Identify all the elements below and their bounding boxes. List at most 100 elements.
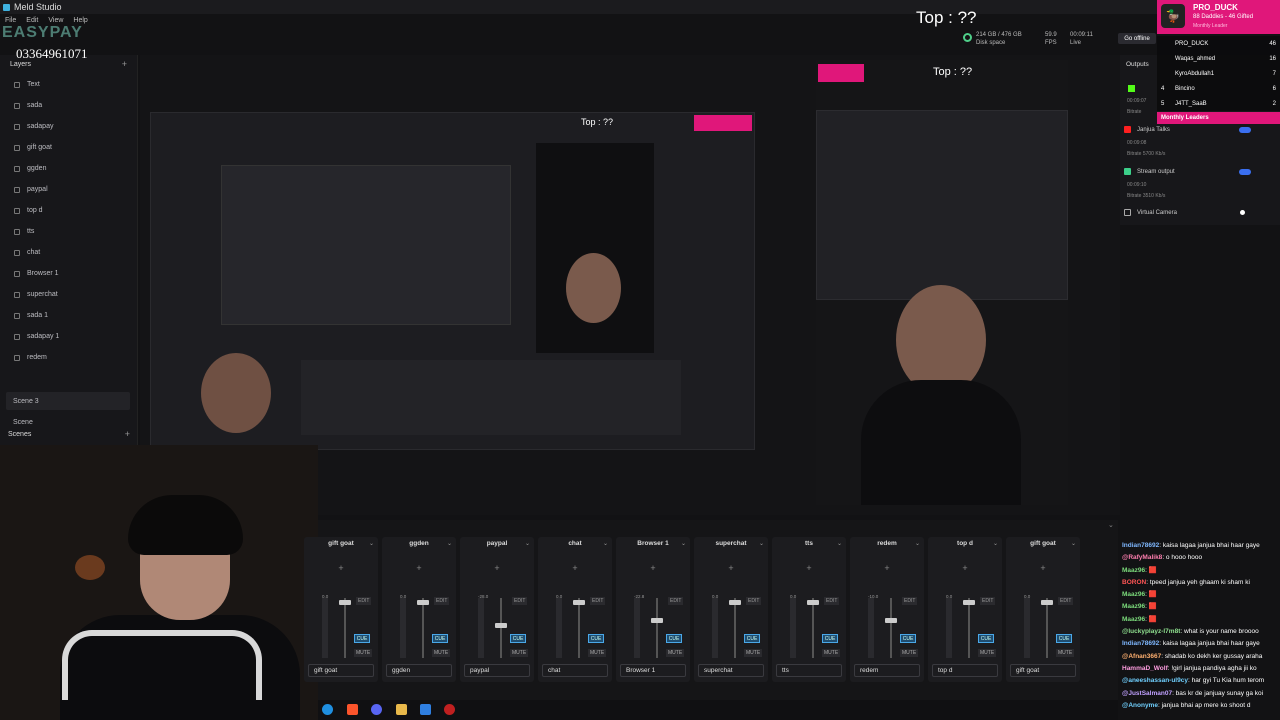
meld-icon[interactable] xyxy=(420,704,431,715)
mute-button[interactable]: MUTE xyxy=(744,649,763,657)
layer-item[interactable]: superchat xyxy=(0,284,137,305)
channel-name-field[interactable]: gift goat xyxy=(1010,664,1076,677)
channel-name-field[interactable]: gift goat xyxy=(308,664,374,677)
mute-button[interactable]: MUTE xyxy=(822,649,841,657)
menu-edit[interactable]: Edit xyxy=(26,17,38,24)
chevron-down-icon[interactable]: ⌄ xyxy=(993,540,998,547)
discord-icon[interactable] xyxy=(371,704,382,715)
fader-handle[interactable] xyxy=(885,618,897,623)
cue-button[interactable]: CUE xyxy=(510,634,526,643)
chevron-down-icon[interactable]: ⌄ xyxy=(525,540,530,547)
channel-name-field[interactable]: superchat xyxy=(698,664,764,677)
add-filter-button[interactable]: + xyxy=(382,563,456,573)
layer-item[interactable]: Browser 1 xyxy=(0,263,137,284)
layer-item[interactable]: sadapay 1 xyxy=(0,326,137,347)
channel-name-field[interactable]: chat xyxy=(542,664,608,677)
layer-item[interactable]: sadapay xyxy=(0,116,137,137)
edit-button[interactable]: EDIT xyxy=(668,597,684,605)
cue-button[interactable]: CUE xyxy=(900,634,916,643)
channel-name-field[interactable]: tts xyxy=(776,664,842,677)
chevron-down-icon[interactable]: ⌄ xyxy=(447,540,452,547)
fader-handle[interactable] xyxy=(651,618,663,623)
chevron-down-icon[interactable]: ⌄ xyxy=(681,540,686,547)
cue-button[interactable]: CUE xyxy=(354,634,370,643)
mute-button[interactable]: MUTE xyxy=(1056,649,1075,657)
mute-button[interactable]: MUTE xyxy=(510,649,529,657)
layer-item[interactable]: sada xyxy=(0,95,137,116)
channel-name-field[interactable]: paypal xyxy=(464,664,530,677)
chevron-down-icon[interactable]: ⌄ xyxy=(837,540,842,547)
cue-button[interactable]: CUE xyxy=(588,634,604,643)
explorer-icon[interactable] xyxy=(396,704,407,715)
virtual-camera-dot[interactable] xyxy=(1240,210,1245,215)
mixer-collapse-icon[interactable]: ⌄ xyxy=(1108,521,1114,529)
chevron-down-icon[interactable]: ⌄ xyxy=(759,540,764,547)
edit-button[interactable]: EDIT xyxy=(356,597,372,605)
chevron-down-icon[interactable]: ⌄ xyxy=(603,540,608,547)
add-filter-button[interactable]: + xyxy=(538,563,612,573)
mute-button[interactable]: MUTE xyxy=(900,649,919,657)
edit-button[interactable]: EDIT xyxy=(590,597,606,605)
edit-button[interactable]: EDIT xyxy=(1058,597,1074,605)
volume-fader[interactable] xyxy=(1046,598,1048,658)
layer-item[interactable]: chat xyxy=(0,242,137,263)
fader-handle[interactable] xyxy=(573,600,585,605)
volume-fader[interactable] xyxy=(344,598,346,658)
mute-button[interactable]: MUTE xyxy=(432,649,451,657)
volume-fader[interactable] xyxy=(812,598,814,658)
cue-button[interactable]: CUE xyxy=(666,634,682,643)
chevron-down-icon[interactable]: ⌄ xyxy=(915,540,920,547)
cue-button[interactable]: CUE xyxy=(744,634,760,643)
cue-button[interactable]: CUE xyxy=(978,634,994,643)
layer-item[interactable]: tts xyxy=(0,221,137,242)
chevron-down-icon[interactable]: ⌄ xyxy=(1071,540,1076,547)
layer-item[interactable]: ggden xyxy=(0,158,137,179)
menu-help[interactable]: Help xyxy=(73,17,87,24)
menu-file[interactable]: File xyxy=(5,17,16,24)
volume-fader[interactable] xyxy=(656,598,658,658)
edge-icon[interactable] xyxy=(322,704,333,715)
fader-handle[interactable] xyxy=(1041,600,1053,605)
menu-view[interactable]: View xyxy=(48,17,63,24)
obs-icon[interactable] xyxy=(444,704,455,715)
scene-item-scene-3[interactable]: Scene 3 xyxy=(6,392,130,410)
volume-fader[interactable] xyxy=(890,598,892,658)
channel-name-field[interactable]: ggden xyxy=(386,664,452,677)
add-filter-button[interactable]: + xyxy=(304,563,378,573)
fader-handle[interactable] xyxy=(807,600,819,605)
channel-name-field[interactable]: redem xyxy=(854,664,920,677)
layer-item[interactable]: paypal xyxy=(0,179,137,200)
edit-button[interactable]: EDIT xyxy=(902,597,918,605)
edit-button[interactable]: EDIT xyxy=(824,597,840,605)
add-filter-button[interactable]: + xyxy=(928,563,1002,573)
add-filter-button[interactable]: + xyxy=(850,563,924,573)
layer-item[interactable]: Text xyxy=(0,74,137,95)
fader-handle[interactable] xyxy=(729,600,741,605)
add-filter-button[interactable]: + xyxy=(694,563,768,573)
go-offline-button[interactable]: Go offline xyxy=(1118,33,1156,44)
volume-fader[interactable] xyxy=(422,598,424,658)
mute-button[interactable]: MUTE xyxy=(978,649,997,657)
volume-fader[interactable] xyxy=(578,598,580,658)
add-layer-button[interactable]: + xyxy=(122,59,127,69)
mute-button[interactable]: MUTE xyxy=(666,649,685,657)
brave-icon[interactable] xyxy=(347,704,358,715)
output-toggle[interactable] xyxy=(1239,127,1251,133)
layer-item[interactable]: gift goat xyxy=(0,137,137,158)
fader-handle[interactable] xyxy=(339,600,351,605)
layer-item[interactable]: top d xyxy=(0,200,137,221)
cue-button[interactable]: CUE xyxy=(822,634,838,643)
channel-name-field[interactable]: top d xyxy=(932,664,998,677)
edit-button[interactable]: EDIT xyxy=(512,597,528,605)
add-filter-button[interactable]: + xyxy=(1006,563,1080,573)
fader-handle[interactable] xyxy=(495,623,507,628)
program-canvas[interactable] xyxy=(816,60,1068,505)
output-stream[interactable]: Stream output xyxy=(1124,168,1175,175)
mute-button[interactable]: MUTE xyxy=(354,649,373,657)
edit-button[interactable]: EDIT xyxy=(980,597,996,605)
add-filter-button[interactable]: + xyxy=(616,563,690,573)
output-janjua-talks[interactable]: Janjua Talks xyxy=(1124,126,1170,133)
layer-item[interactable]: sada 1 xyxy=(0,305,137,326)
chevron-down-icon[interactable]: ⌄ xyxy=(369,540,374,547)
fader-handle[interactable] xyxy=(963,600,975,605)
